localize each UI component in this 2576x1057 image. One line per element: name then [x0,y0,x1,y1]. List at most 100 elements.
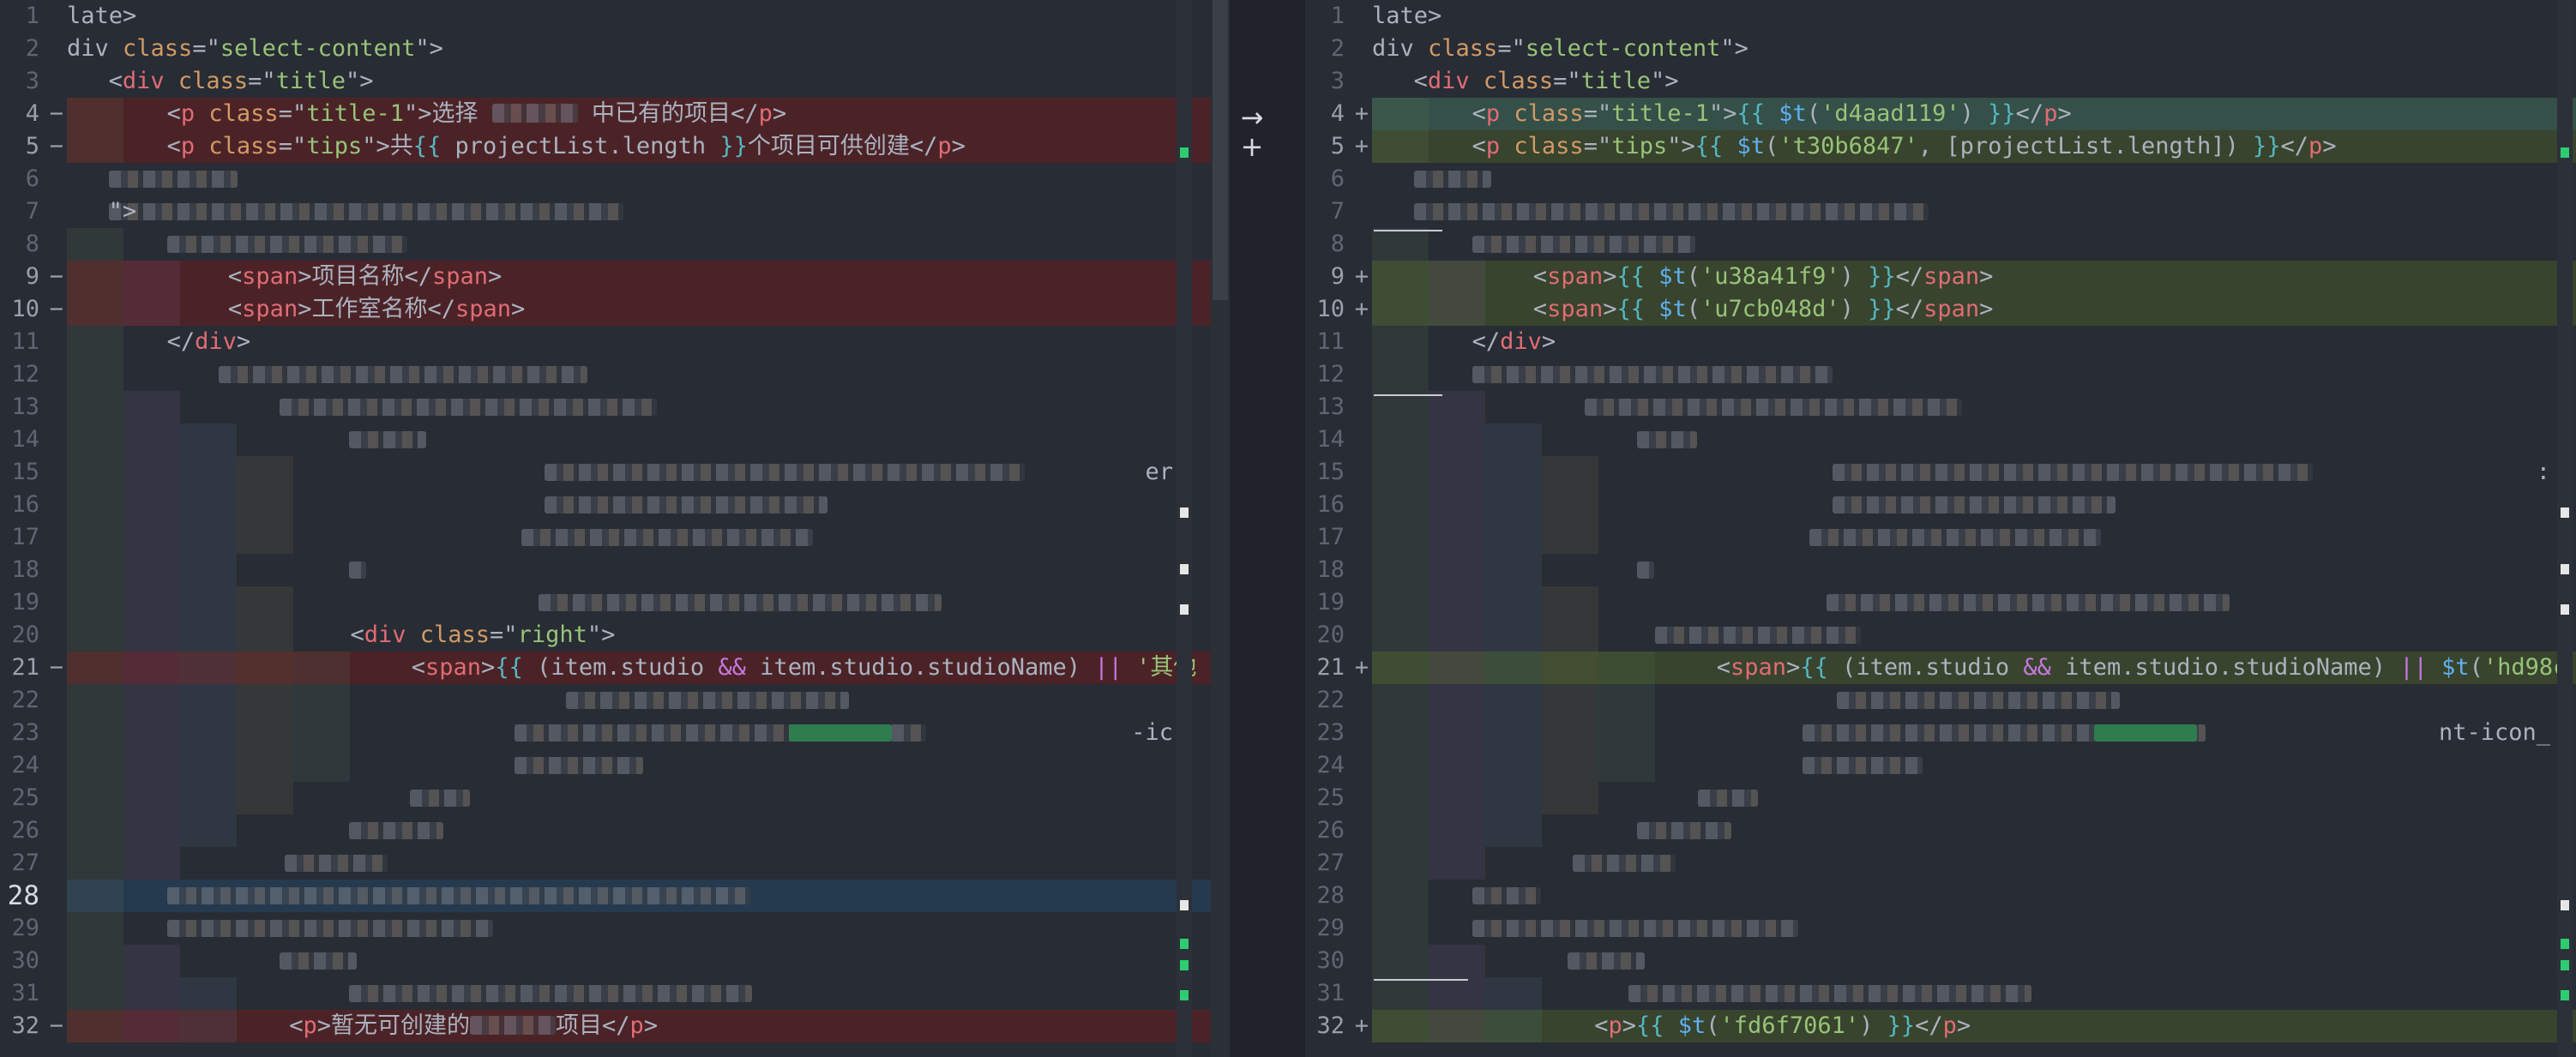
code-line[interactable] [67,945,1211,977]
code-line[interactable]: "> [67,195,1211,228]
code-line[interactable] [67,489,1211,521]
change-overview-marker[interactable] [2561,939,2569,949]
code-line[interactable]: nt-icon_ [1372,717,2576,749]
code-line[interactable]: er [67,456,1211,489]
code-line[interactable] [67,684,1211,717]
left-code-area[interactable]: late> div class="select-content"> <div cla… [67,0,1211,1057]
change-overview-marker[interactable] [1180,604,1189,615]
code-line[interactable] [1372,619,2576,652]
added-code-line[interactable]: <span>{{ $t('u38a41f9') }}</span> [1372,261,2576,293]
change-overview-marker[interactable] [1180,507,1189,518]
change-overview-marker[interactable] [1180,147,1189,158]
code-line[interactable] [67,814,1211,847]
code-line[interactable]: -ic [67,717,1211,749]
left-change-overview[interactable] [1177,0,1192,1057]
code-line[interactable] [1372,586,2576,619]
removed-code-line[interactable]: <p class="title-1">选择 中已有的项目</p> [67,98,1211,130]
code-line[interactable] [1372,195,2576,228]
code-line[interactable] [1372,489,2576,521]
obfuscated-code [544,464,1025,481]
change-overview-marker[interactable] [2561,604,2569,615]
right-code-area[interactable]: late> div class="select-content"> <div cla… [1372,0,2576,1057]
removed-code-line[interactable]: <span>{{ (item.studio && item.studio.stu… [67,652,1211,684]
add-change-button[interactable]: + [1226,132,1278,161]
change-overview-marker[interactable] [2561,960,2569,970]
added-code-line[interactable]: <p class="tips">{{ $t('t30b6847', [proje… [1372,130,2576,163]
right-change-overview[interactable] [2557,0,2573,1057]
line-number: 23 [1305,717,1372,749]
removed-code-line[interactable]: <p class="tips">共{{ projectList.length }… [67,130,1211,163]
code-line[interactable] [1372,391,2576,423]
change-overview-marker[interactable] [1180,564,1189,574]
added-code-line[interactable]: <span>{{ (item.studio && item.studio.stu… [1372,652,2576,684]
change-overview-marker[interactable] [1180,939,1189,949]
line-number-text: 20 [11,622,39,648]
code-line[interactable] [67,847,1211,880]
code-line[interactable] [1372,554,2576,586]
code-line[interactable]: div class="select-content"> [1372,33,2576,65]
code-line[interactable]: : [1372,456,2576,489]
code-line[interactable] [1372,749,2576,782]
code-line[interactable] [1372,847,2576,880]
apply-change-button[interactable]: → [1226,103,1278,132]
code-line[interactable] [1372,782,2576,814]
change-overview-marker[interactable] [1180,990,1189,1000]
line-number: 25 [1305,782,1372,814]
added-code-line[interactable]: <p class="title-1">{{ $t('d4aad119') }}<… [1372,98,2576,130]
added-code-line[interactable]: <span>{{ $t('u7cb048d') }}</span> [1372,293,2576,326]
code-line[interactable] [67,880,1211,912]
change-overview-marker[interactable] [1180,960,1189,970]
code-line[interactable] [67,782,1211,814]
code-line[interactable]: <div class="title"> [67,65,1211,98]
added-code-line[interactable]: <p>{{ $t('fd6f7061') }}</p> [1372,1010,2576,1042]
code-line[interactable]: <div class="title"> [1372,65,2576,98]
code-line[interactable] [1372,163,2576,195]
code-line[interactable]: <div class="right"> [67,619,1211,652]
change-overview-marker[interactable] [2561,900,2569,910]
removed-code-line[interactable]: <p>暂无可创建的 项目</p> [67,1010,1211,1042]
change-overview-marker[interactable] [1180,900,1189,910]
code-line[interactable] [67,163,1211,195]
change-overview-marker[interactable] [2561,147,2569,158]
code-line[interactable] [1372,945,2576,977]
indent-guide [123,261,180,293]
removed-code-line[interactable]: <span>项目名称</span> [67,261,1211,293]
code-token: || [2399,654,2428,681]
code-line[interactable] [67,358,1211,391]
code-line[interactable] [67,586,1211,619]
code-line[interactable]: </div> [67,326,1211,358]
code-line[interactable] [67,749,1211,782]
removed-code-line[interactable]: <span>工作室名称</span> [67,293,1211,326]
code-line[interactable] [1372,912,2576,945]
change-overview-marker[interactable] [2561,990,2569,1000]
code-line[interactable]: </div> [1372,326,2576,358]
right-editor-pane[interactable]: 1 2 3 4 +5 +6 7 8 9 +10 +11 12 13 14 15 16 17 18 19 20 21 +22… [1305,0,2576,1057]
indent-guide [180,489,237,521]
code-line[interactable]: div class="select-content"> [67,33,1211,65]
code-line[interactable] [67,554,1211,586]
indent-guide [1485,684,1542,717]
code-line[interactable] [67,228,1211,261]
code-line[interactable] [67,912,1211,945]
code-line[interactable] [1372,977,2576,1010]
change-overview-marker[interactable] [2561,564,2569,574]
code-line[interactable] [1372,684,2576,717]
code-token: tips [1611,133,1668,159]
code-line[interactable]: late> [1372,0,2576,33]
code-line[interactable] [1372,228,2576,261]
left-editor-pane[interactable]: 1 2 3 4−5−6 7 8 9−10−11 12 13 14 15 16 17 18 19 20 21−22… [0,0,1211,1057]
code-line[interactable] [1372,358,2576,391]
code-line[interactable] [1372,521,2576,554]
code-text: -ic [1131,717,1173,749]
code-line[interactable] [1372,423,2576,456]
code-line[interactable] [67,423,1211,456]
line-number-text: 31 [1316,980,1345,1006]
code-line[interactable] [67,977,1211,1010]
code-line[interactable] [1372,814,2576,847]
indent-guide [1485,456,1542,489]
code-line[interactable] [67,391,1211,423]
change-overview-marker[interactable] [2561,507,2569,518]
code-line[interactable] [67,521,1211,554]
code-line[interactable] [1372,880,2576,912]
code-line[interactable]: late> [67,0,1211,33]
